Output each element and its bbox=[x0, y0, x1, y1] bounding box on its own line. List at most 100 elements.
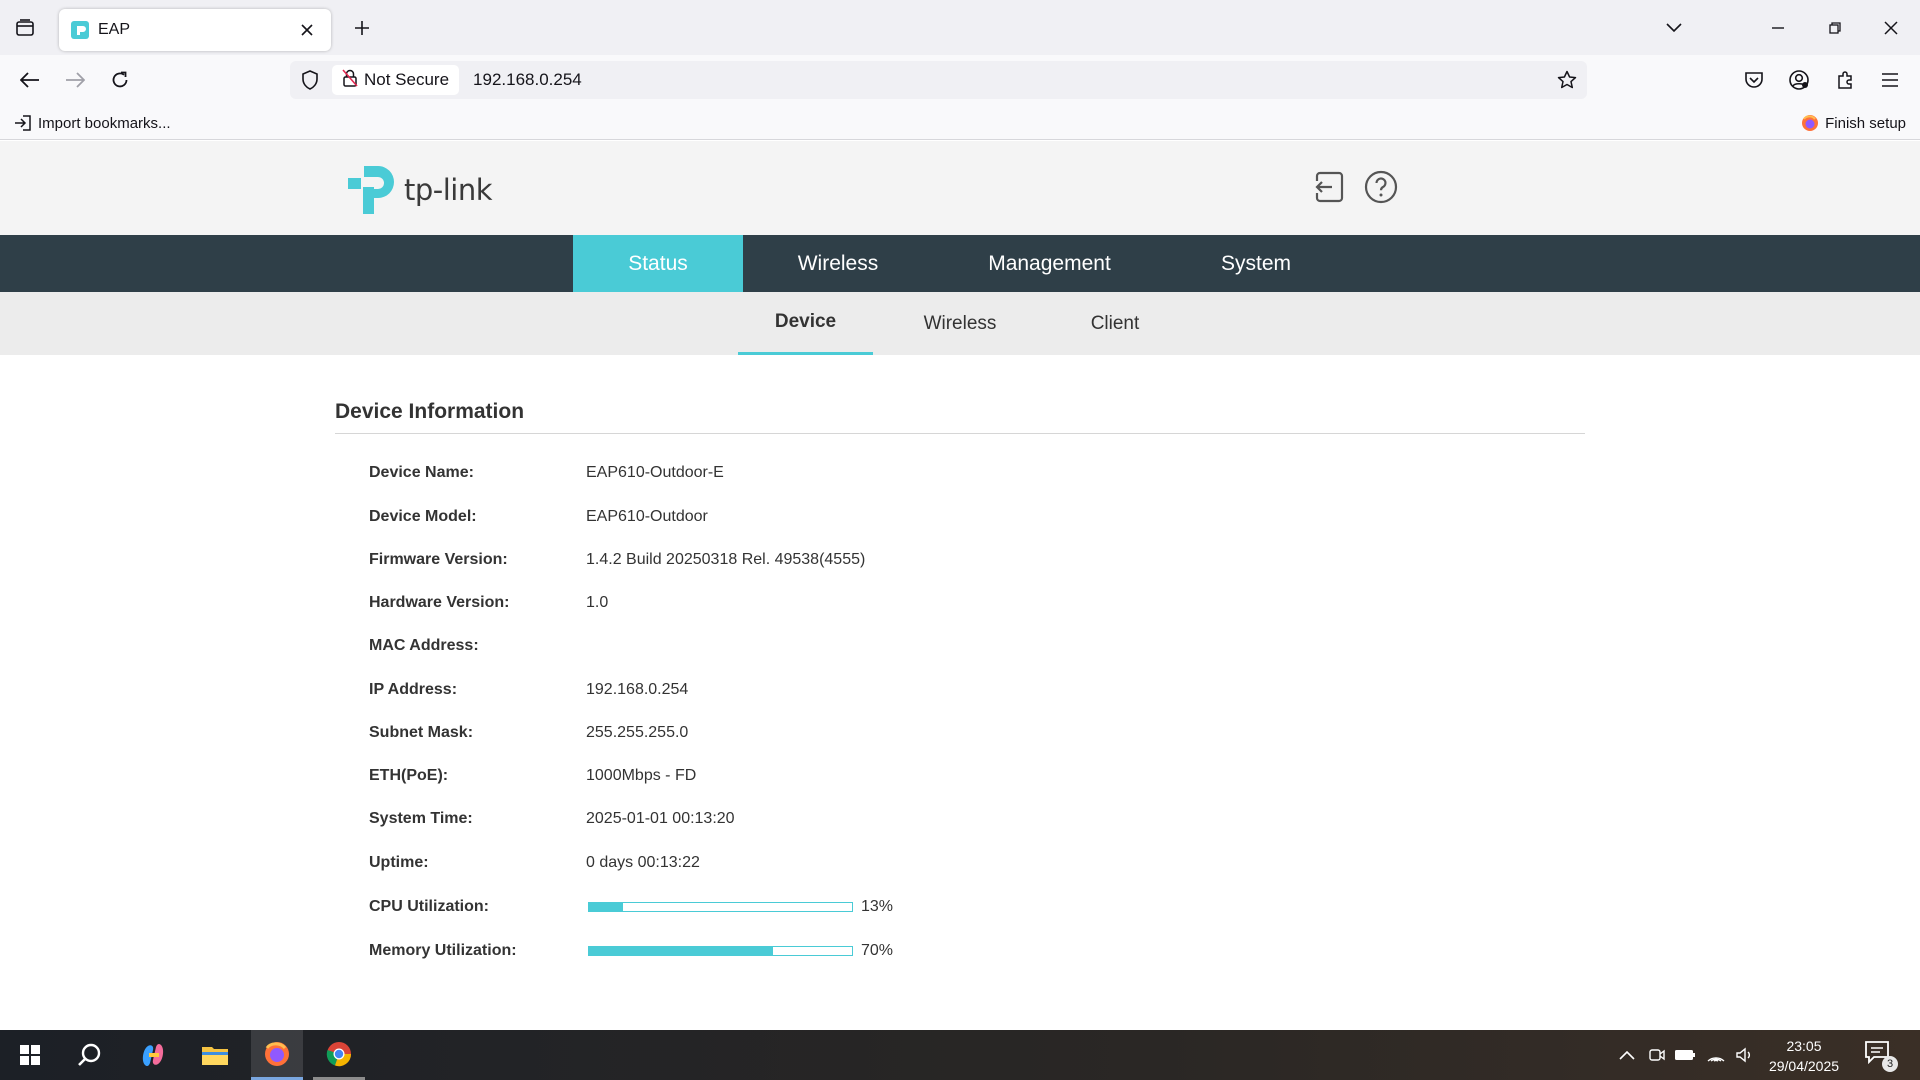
file-explorer-icon[interactable] bbox=[189, 1030, 241, 1080]
row-cpu-utilization: CPU Utilization: 13% bbox=[369, 895, 1069, 919]
system-time-value: 2025-01-01 00:13:20 bbox=[586, 810, 735, 827]
device-model-label: Device Model: bbox=[369, 508, 477, 525]
tp-link-logo-icon bbox=[348, 166, 394, 214]
hamburger-menu-icon[interactable] bbox=[1872, 63, 1908, 97]
uptime-value: 0 days 00:13:22 bbox=[586, 854, 700, 871]
memory-utilization-value: 70% bbox=[586, 942, 893, 960]
help-icon[interactable] bbox=[1363, 169, 1399, 205]
camera-tray-icon[interactable] bbox=[1644, 1042, 1670, 1068]
logout-icon[interactable] bbox=[1310, 169, 1346, 205]
section-divider bbox=[335, 433, 1585, 434]
hardware-version-value: 1.0 bbox=[586, 594, 609, 611]
tab-status[interactable]: Status bbox=[573, 235, 743, 292]
uptime-label: Uptime: bbox=[369, 854, 429, 871]
firefox-taskbar-icon[interactable] bbox=[251, 1030, 303, 1080]
tab-list-icon[interactable] bbox=[0, 0, 50, 55]
forward-arrow-icon[interactable] bbox=[57, 63, 93, 97]
section-title: Device Information bbox=[335, 400, 525, 423]
row-device-model: Device Model: EAP610-Outdoor bbox=[369, 505, 1069, 529]
windows-start-icon[interactable] bbox=[4, 1030, 56, 1080]
subnet-mask-value: 255.255.255.0 bbox=[586, 724, 689, 741]
memory-utilization-label: Memory Utilization: bbox=[369, 942, 517, 959]
copilot-icon[interactable] bbox=[127, 1030, 179, 1080]
minimize-window-icon[interactable] bbox=[1755, 0, 1801, 55]
new-tab-button[interactable] bbox=[344, 14, 380, 42]
row-mac-address: MAC Address: bbox=[369, 634, 1069, 658]
reload-icon[interactable] bbox=[102, 63, 138, 97]
import-icon bbox=[14, 115, 32, 131]
device-model-value: EAP610-Outdoor bbox=[586, 508, 708, 525]
back-arrow-icon[interactable] bbox=[12, 63, 48, 97]
eth-poe-value: 1000Mbps - FD bbox=[586, 767, 697, 784]
subtab-wireless[interactable]: Wireless bbox=[900, 292, 1020, 355]
browser-toolbar: Not Secure 192.168.0.254 bbox=[0, 55, 1920, 105]
tab-management[interactable]: Management bbox=[933, 235, 1166, 292]
chrome-taskbar-icon[interactable] bbox=[313, 1030, 365, 1080]
row-hardware-version: Hardware Version: 1.0 bbox=[369, 591, 1069, 615]
not-secure-indicator[interactable]: Not Secure bbox=[332, 65, 460, 95]
finish-setup-link[interactable]: Finish setup bbox=[1801, 111, 1906, 135]
tab-title: EAP bbox=[98, 21, 131, 38]
bookmarks-toolbar: Import bookmarks... Finish setup bbox=[0, 105, 1920, 140]
device-name-value: EAP610-Outdoor-E bbox=[586, 464, 724, 481]
row-subnet-mask: Subnet Mask: 255.255.255.0 bbox=[369, 721, 1069, 745]
clock-time: 23:05 bbox=[1786, 1038, 1822, 1054]
browser-tab-bar: EAP bbox=[0, 0, 1920, 55]
tp-link-logo: tp-link bbox=[346, 164, 493, 216]
device-name-label: Device Name: bbox=[369, 464, 474, 481]
battery-icon[interactable] bbox=[1672, 1042, 1698, 1068]
row-firmware-version: Firmware Version: 1.4.2 Build 20250318 R… bbox=[369, 548, 1069, 572]
firefox-logo-icon bbox=[1801, 114, 1819, 132]
import-bookmarks-label: Import bookmarks... bbox=[38, 114, 171, 132]
cpu-utilization-label: CPU Utilization: bbox=[369, 898, 489, 915]
windows-taskbar: 23:05 29/04/2025 3 bbox=[0, 1030, 1920, 1080]
firmware-version-value: 1.4.2 Build 20250318 Rel. 49538(4555) bbox=[586, 551, 866, 568]
tab-wireless[interactable]: Wireless bbox=[743, 235, 933, 292]
row-device-name: Device Name: EAP610-Outdoor-E bbox=[369, 461, 1069, 485]
close-window-icon[interactable] bbox=[1868, 0, 1914, 55]
cpu-progress-bar bbox=[588, 902, 853, 912]
list-all-tabs-icon[interactable] bbox=[1656, 14, 1692, 42]
taskbar-clock[interactable]: 23:05 29/04/2025 bbox=[1762, 1036, 1846, 1076]
tp-link-favicon-icon bbox=[71, 21, 89, 39]
tab-system[interactable]: System bbox=[1166, 235, 1346, 292]
not-secure-label: Not Secure bbox=[364, 70, 450, 89]
close-tab-icon[interactable] bbox=[295, 18, 319, 42]
pocket-icon[interactable] bbox=[1736, 63, 1772, 97]
memory-progress-bar bbox=[588, 946, 853, 956]
cpu-progress-fill bbox=[589, 903, 624, 911]
search-icon[interactable] bbox=[64, 1030, 116, 1080]
notification-count-badge: 3 bbox=[1882, 1056, 1898, 1072]
ip-address-label: IP Address: bbox=[369, 681, 458, 698]
show-hidden-icons-chevron-icon[interactable] bbox=[1614, 1042, 1640, 1068]
wifi-icon[interactable] bbox=[1703, 1042, 1729, 1068]
eth-poe-label: ETH(PoE): bbox=[369, 767, 449, 784]
row-memory-utilization: Memory Utilization: 70% bbox=[369, 939, 1069, 963]
cpu-utilization-value: 13% bbox=[586, 898, 893, 916]
memory-percent-text: 70% bbox=[861, 942, 894, 959]
bookmark-star-icon[interactable] bbox=[1547, 61, 1587, 99]
notification-center-icon[interactable]: 3 bbox=[1864, 1040, 1898, 1072]
subnet-mask-label: Subnet Mask: bbox=[369, 724, 474, 741]
page-header: tp-link bbox=[0, 141, 1920, 235]
subtab-client[interactable]: Client bbox=[1055, 292, 1175, 355]
firmware-version-label: Firmware Version: bbox=[369, 551, 508, 568]
url-text[interactable]: 192.168.0.254 bbox=[473, 70, 1547, 90]
finish-setup-label: Finish setup bbox=[1825, 114, 1906, 132]
extensions-icon[interactable] bbox=[1827, 63, 1863, 97]
volume-icon[interactable] bbox=[1732, 1042, 1758, 1068]
memory-progress-fill bbox=[589, 947, 774, 955]
row-eth-poe: ETH(PoE): 1000Mbps - FD bbox=[369, 764, 1069, 788]
import-bookmarks-link[interactable]: Import bookmarks... bbox=[14, 111, 171, 135]
logo-wordmark: tp-link bbox=[404, 173, 493, 207]
main-navigation: Status Wireless Management System bbox=[0, 235, 1920, 292]
address-bar[interactable]: Not Secure 192.168.0.254 bbox=[290, 61, 1587, 99]
row-system-time: System Time: 2025-01-01 00:13:20 bbox=[369, 807, 1069, 831]
restore-window-icon[interactable] bbox=[1812, 0, 1858, 55]
subtab-device[interactable]: Device bbox=[738, 292, 873, 355]
row-uptime: Uptime: 0 days 00:13:22 bbox=[369, 851, 1069, 875]
cpu-percent-text: 13% bbox=[861, 898, 894, 915]
account-icon[interactable] bbox=[1781, 63, 1817, 97]
browser-tab-eap[interactable]: EAP bbox=[59, 9, 331, 51]
tracking-protection-shield-icon[interactable] bbox=[290, 61, 330, 99]
